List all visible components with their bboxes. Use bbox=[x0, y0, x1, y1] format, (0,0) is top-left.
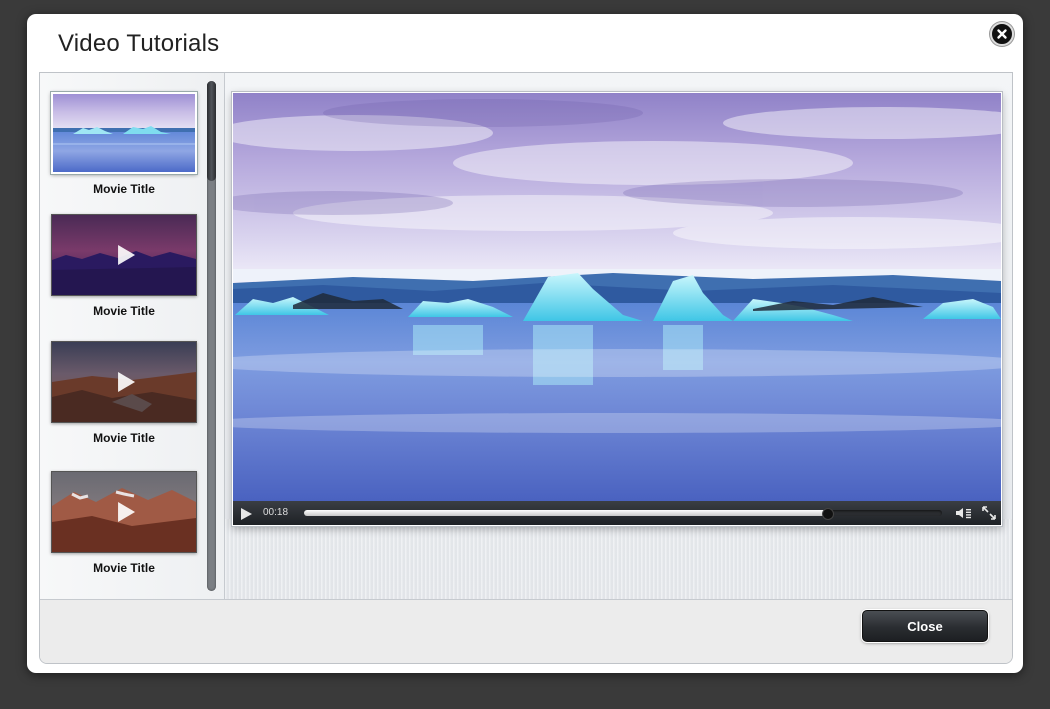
play-icon bbox=[118, 372, 136, 392]
playlist-item[interactable]: Movie Title bbox=[51, 341, 197, 445]
current-time: 00:18 bbox=[263, 507, 289, 518]
play-icon bbox=[118, 245, 136, 265]
thumbnail-label: Movie Title bbox=[93, 304, 155, 318]
seek-handle[interactable] bbox=[822, 508, 834, 520]
play-icon[interactable] bbox=[241, 508, 252, 520]
dialog-close-button[interactable] bbox=[990, 22, 1014, 46]
dialog-content: Movie Title Movie Title Movie Title Movi… bbox=[39, 72, 1013, 664]
thumbnail[interactable] bbox=[51, 214, 197, 296]
close-icon bbox=[997, 29, 1007, 39]
thumbnail-label: Movie Title bbox=[93, 182, 155, 196]
playlist-sidebar: Movie Title Movie Title Movie Title Movi… bbox=[40, 73, 225, 600]
thumbnail-label: Movie Title bbox=[93, 561, 155, 575]
thumbnail[interactable] bbox=[51, 92, 197, 174]
video-tutorials-dialog: Video Tutorials Movie Title Movie Title … bbox=[27, 14, 1023, 673]
playlist-scrollbar-thumb[interactable] bbox=[207, 81, 216, 181]
volume-icon[interactable] bbox=[955, 507, 973, 519]
fullscreen-icon[interactable] bbox=[982, 506, 996, 520]
close-button[interactable]: Close bbox=[862, 610, 988, 642]
playlist-item[interactable]: Movie Title bbox=[51, 471, 197, 575]
thumbnail-label: Movie Title bbox=[93, 431, 155, 445]
playlist-item[interactable]: Movie Title bbox=[51, 92, 197, 196]
seek-bar-progress bbox=[304, 510, 827, 516]
dialog-footer: Close bbox=[40, 600, 1012, 663]
video-controls: 00:18 bbox=[233, 501, 1001, 525]
player-area: 00:18 bbox=[225, 73, 1012, 600]
dialog-title: Video Tutorials bbox=[58, 30, 220, 57]
thumbnail-image bbox=[53, 94, 195, 172]
thumbnail[interactable] bbox=[51, 471, 197, 553]
video-player[interactable]: 00:18 bbox=[232, 92, 1002, 526]
playlist-item[interactable]: Movie Title bbox=[51, 214, 197, 318]
play-icon bbox=[118, 502, 136, 522]
video-frame bbox=[233, 93, 1001, 501]
thumbnail[interactable] bbox=[51, 341, 197, 423]
